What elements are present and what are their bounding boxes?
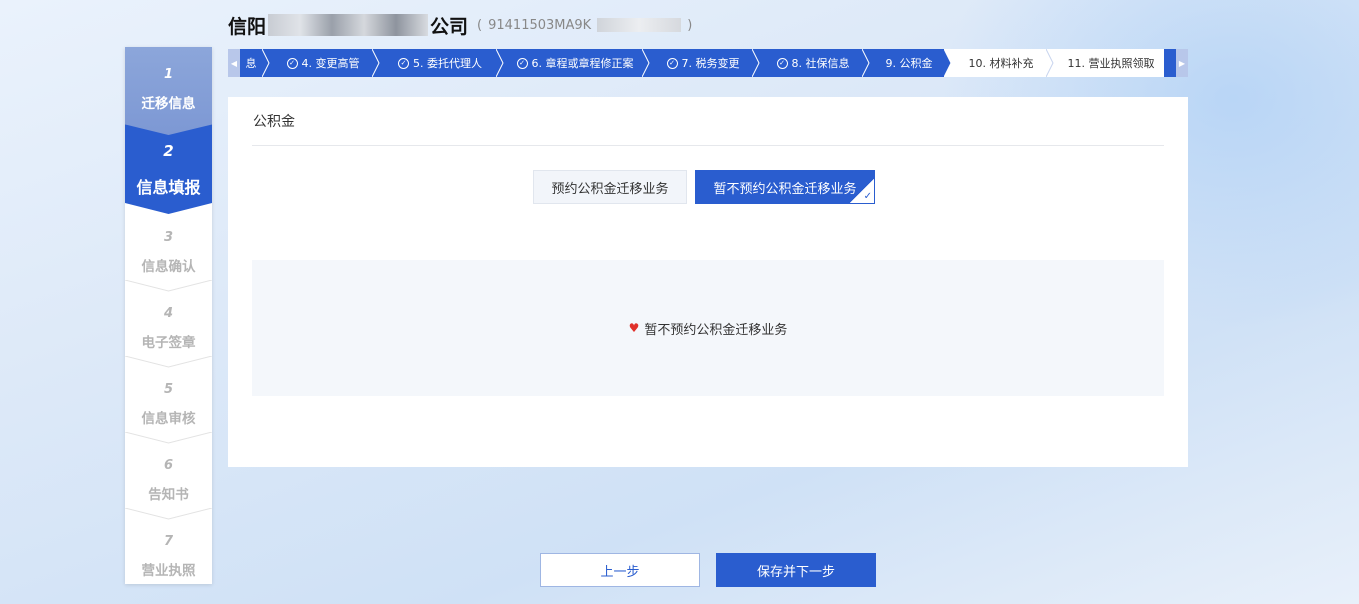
crumb-chevron (862, 49, 874, 77)
crumb-label: 8. 社保信息 (791, 57, 850, 70)
crumb-chevron (752, 49, 764, 77)
crumb-chevron (1046, 49, 1058, 77)
crumb-label: 6. 章程或章程修正案 (531, 57, 634, 70)
credit-code-value: 91411503MA9K (488, 17, 592, 33)
redacted-credit-code (597, 18, 682, 32)
step-number: 2 (163, 142, 174, 160)
step-label: 电子签章 (141, 335, 196, 351)
crumb-label: 10. 材料补充 (968, 57, 1034, 70)
step-panel: 1 迁移信息 2 信息填报 3 信息确认 4 电子签章 5 信息审核 6 告知书 7 营业执照 (125, 47, 212, 584)
crumb-label: 11. 营业执照领取 (1067, 57, 1155, 70)
check-circle-icon: ✓ (516, 57, 528, 69)
crumb-chevron (944, 49, 956, 77)
company-name-prefix: 信阳 (228, 15, 267, 38)
option-reserve-button[interactable]: 预约公积金迁移业务 (533, 170, 687, 204)
step-1: 1 迁移信息 (125, 47, 212, 135)
crumb-prev-arrow-icon[interactable]: ◀ (228, 49, 240, 77)
crumb-label: 5. 委托代理人 (413, 57, 482, 70)
main-card: 公积金 预约公积金迁移业务 暂不预约公积金迁移业务 ✓ ♥ 暂不预约公积金迁移业… (228, 97, 1188, 467)
step-label: 告知书 (148, 487, 189, 503)
crumb-item[interactable]: ✓ 6. 章程或章程修正案 (508, 49, 642, 77)
step-label: 信息填报 (136, 178, 201, 197)
check-circle-icon: ✓ (398, 57, 409, 69)
step-number: 5 (163, 382, 174, 397)
crumb-chevron (262, 49, 274, 77)
step-5: 5 信息审核 (125, 362, 212, 438)
credit-code: ( 91411503MA9K ) (477, 17, 693, 33)
step-number: 6 (163, 458, 174, 473)
crumb-item[interactable]: 11. 营业执照领取 (1058, 49, 1164, 77)
crumb-item[interactable]: ✓ 8. 社保信息 (764, 49, 862, 77)
redacted-company-name (268, 14, 429, 36)
crumb-item[interactable]: 息 (240, 49, 262, 77)
heart-icon: ♥ (628, 321, 640, 335)
step-number: 3 (163, 230, 174, 245)
step-7: 7 营业执照 (125, 514, 212, 590)
check-circle-icon: ✓ (776, 57, 788, 69)
info-box: ♥ 暂不预约公积金迁移业务 (252, 260, 1164, 396)
check-circle-icon: ✓ (286, 57, 298, 69)
crumb-chevron (642, 49, 654, 77)
check-icon: ✓ (863, 191, 872, 202)
save-next-button[interactable]: 保存并下一步 (716, 553, 876, 587)
company-name-suffix: 公司 (430, 15, 469, 38)
crumb-next-arrow-icon[interactable]: ▶ (1176, 49, 1188, 77)
card-title: 公积金 (253, 114, 295, 130)
check-circle-icon: ✓ (666, 57, 678, 69)
company-header: 信阳 公司 ( 91411503MA9K ) (228, 12, 695, 38)
step-label: 迁移信息 (141, 96, 196, 112)
step-label: 信息确认 (141, 259, 196, 275)
crumb-label: 息 (245, 57, 257, 70)
crumb-chevron (372, 49, 384, 77)
sub-step-bar: ◀ 息 ✓ 4. 变更高管 ✓ 5. 委托代理人 ✓ 6. 章程或章程修正案 ✓ 7. 税务变更 ✓… (228, 49, 1188, 77)
info-text: 暂不预约公积金迁移业务 (644, 322, 788, 338)
step-4: 4 电子签章 (125, 286, 212, 362)
option-no-reserve-button[interactable]: 暂不预约公积金迁移业务 ✓ (695, 170, 875, 204)
step-label: 营业执照 (141, 563, 196, 579)
crumb-item[interactable]: ✓ 7. 税务变更 (654, 49, 752, 77)
step-2: 2 信息填报 (125, 122, 212, 214)
crumb-item[interactable]: ✓ 5. 委托代理人 (384, 49, 496, 77)
crumb-item[interactable]: 9. 公积金 (874, 49, 944, 77)
prev-step-button[interactable]: 上一步 (540, 553, 700, 587)
step-number: 1 (163, 67, 174, 82)
crumb-label: 9. 公积金 (885, 57, 933, 70)
crumb-item[interactable]: ✓ 4. 变更高管 (274, 49, 372, 77)
step-6: 6 告知书 (125, 438, 212, 514)
crumb-chevron (496, 49, 508, 77)
step-3: 3 信息确认 (125, 210, 212, 286)
crumb-item[interactable]: 10. 材料补充 (956, 49, 1046, 77)
step-number: 7 (163, 534, 174, 549)
option-no-reserve-label: 暂不预约公积金迁移业务 (713, 181, 857, 197)
crumb-label: 4. 变更高管 (301, 57, 360, 70)
crumb-label: 7. 税务变更 (681, 57, 740, 70)
step-number: 4 (163, 306, 174, 321)
divider (252, 145, 1164, 146)
step-label: 信息审核 (141, 411, 196, 427)
